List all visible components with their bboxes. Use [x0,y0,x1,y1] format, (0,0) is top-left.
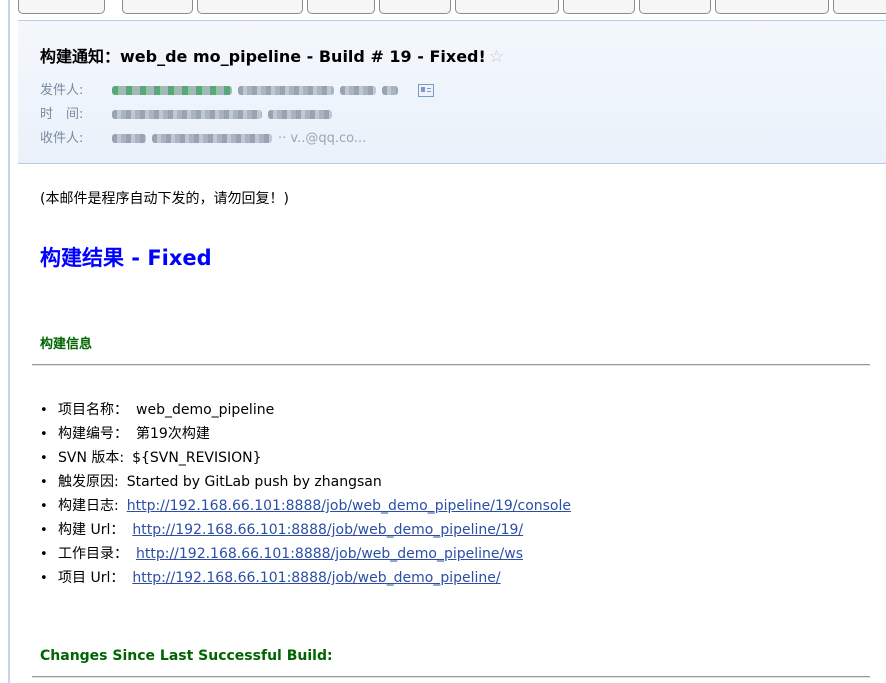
item-label: SVN 版本: [58,450,125,466]
trigger-cause-value: Started by GitLab push by zhangsan [126,474,382,490]
item-label: 工作目录： [58,546,128,562]
item-label: 项目 Url： [58,570,125,586]
toolbar-button[interactable] [122,0,193,14]
bullet [40,568,58,589]
recipient-redacted [152,134,272,143]
mail-header: 构建通知：web_de mo_pipeline - Build # 19 - F… [18,20,886,164]
bullet [40,400,58,421]
item-label: 构建日志: [58,498,119,514]
item-label: 项目名称： [58,402,128,418]
star-outline-icon[interactable]: ☆ [489,47,504,67]
mail-toolbar [18,0,886,18]
item-label: 构建编号： [58,426,128,442]
toolbar-button[interactable] [715,0,829,14]
toolbar-button[interactable] [18,0,105,14]
build-url-link[interactable]: http://192.168.66.101:8888/job/web_demo_… [132,522,523,538]
list-item: 构建日志: http://192.168.66.101:8888/job/web_… [40,496,571,520]
bullet [40,448,58,469]
sender-name-redacted [112,86,232,95]
time-row: 时 间: [40,103,338,122]
toolbar-button[interactable] [379,0,451,14]
time-label: 时 间: [40,107,84,122]
contact-card-icon[interactable] [418,84,434,97]
bullet [40,424,58,445]
list-item: 构建编号： 第19次构建 [40,424,571,448]
to-label: 收件人: [40,131,84,146]
workspace-link[interactable]: http://192.168.66.101:8888/job/web_demo_… [136,546,523,562]
build-info-list: 项目名称： web_demo_pipeline 构建编号： 第19次构建 SVN 版… [40,400,571,592]
list-item: SVN 版本: ${SVN_REVISION} [40,448,571,472]
toolbar-button[interactable] [563,0,635,14]
auto-send-note: (本邮件是程序自动下发的，请勿回复！) [40,191,289,207]
list-item: 工作目录： http://192.168.66.101:8888/job/web_… [40,544,571,568]
from-label: 发件人: [40,83,84,98]
toolbar-button[interactable] [639,0,711,14]
section-divider [32,676,870,678]
toolbar-button[interactable] [197,0,303,14]
time-redacted [268,110,332,119]
item-label: 构建 Url： [58,522,125,538]
left-border [8,0,10,683]
list-item: 项目名称： web_demo_pipeline [40,400,571,424]
item-label: 触发原因: [58,474,119,490]
list-item: 项目 Url： http://192.168.66.101:8888/job/we… [40,568,571,592]
subject-text: 构建通知：web_de mo_pipeline - Build # 19 - F… [40,47,486,66]
sender-address-redacted [382,86,398,95]
recipient-redacted [112,134,146,143]
toolbar-button[interactable] [833,0,886,14]
changes-heading: Changes Since Last Successful Build: [40,648,333,664]
toolbar-button[interactable] [455,0,559,14]
bullet [40,520,58,541]
svn-revision-value: ${SVN_REVISION} [132,450,262,466]
build-info-heading: 构建信息 [40,337,93,352]
build-log-link[interactable]: http://192.168.66.101:8888/job/web_demo_… [127,498,571,514]
mail-subject: 构建通知：web_de mo_pipeline - Build # 19 - F… [40,43,504,67]
from-row: 发件人: [40,79,434,98]
recipient-visible-tail: ·· v..@qq.co... [278,131,367,146]
to-row: 收件人: ·· v..@qq.co... [40,127,366,146]
build-number-value: 第19次构建 [136,426,210,442]
sender-address-redacted [340,86,376,95]
bullet [40,544,58,565]
list-item: 触发原因: Started by GitLab push by zhangsan [40,472,571,496]
time-redacted [112,110,262,119]
bullet [40,496,58,517]
bullet [40,472,58,493]
toolbar-button[interactable] [307,0,375,14]
section-divider [32,364,870,366]
project-url-link[interactable]: http://192.168.66.101:8888/job/web_demo_… [132,570,500,586]
sender-address-redacted [238,86,334,95]
project-name-value: web_demo_pipeline [136,402,275,418]
build-result-title: 构建结果 - Fixed [40,246,212,270]
list-item: 构建 Url： http://192.168.66.101:8888/job/we… [40,520,571,544]
